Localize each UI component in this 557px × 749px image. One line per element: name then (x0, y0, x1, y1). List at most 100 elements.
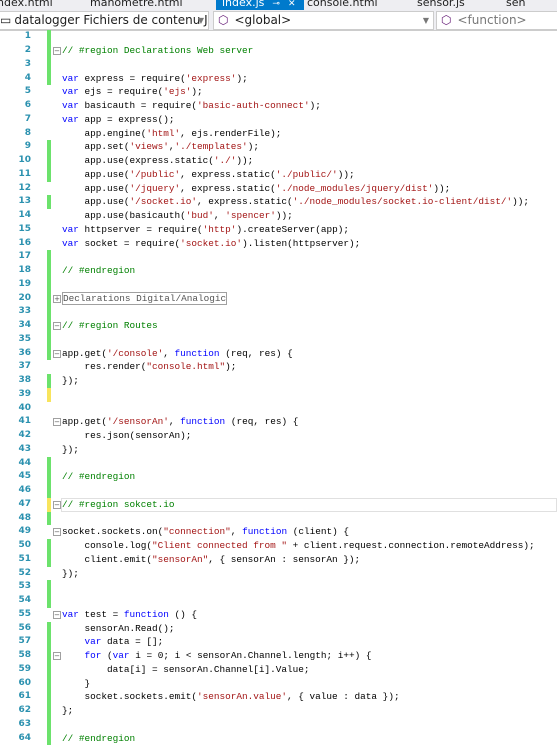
code-line[interactable]: 15 var httpserver = require('http').creat… (0, 223, 557, 237)
code-line[interactable]: 63 (0, 717, 557, 732)
code-line[interactable]: 45 // #endregion (0, 470, 557, 485)
code-line[interactable]: 58 − for (var i = 0; i < sensorAn.Channel… (0, 649, 557, 663)
collapse-icon[interactable]: − (53, 500, 61, 509)
code-text: var socket = require('socket.io').listen… (62, 237, 360, 251)
line-number: 45 (18, 471, 31, 482)
code-line[interactable]: 49 − socket.sockets.on("connection", funct… (0, 525, 557, 539)
code-line[interactable]: 60 } (0, 676, 557, 691)
code-token: // #region Routes (62, 320, 158, 332)
code-line[interactable]: 36 − app.get('/console', function (req, re… (0, 346, 557, 361)
code-line[interactable]: 44 (0, 456, 557, 471)
code-line[interactable]: 42 res.json(sensorAn); (0, 429, 557, 443)
collapse-icon[interactable]: − (53, 418, 61, 427)
code-token: (client) { (287, 526, 349, 538)
code-line[interactable]: 40 (0, 402, 557, 416)
code-editor[interactable]: 1 2−// #region Declarations Web server 3 4 v… (0, 30, 557, 749)
tab-sensor-js[interactable]: sensor.js (417, 0, 465, 10)
code-line[interactable]: 1 (0, 30, 557, 45)
code-line[interactable]: 20 + Declarations Digital/Analogic (0, 291, 557, 306)
change-marker (47, 717, 51, 732)
code-line[interactable]: 19 (0, 277, 557, 292)
code-line[interactable]: 57 var data = []; (0, 635, 557, 650)
scope-dropdown[interactable]: ⬡ <global> ▼ (213, 11, 434, 30)
code-line[interactable]: 50 console.log("Client connected from " … (0, 539, 557, 553)
code-line[interactable]: 14 app.use(basicauth('bud', 'spencer')); (0, 209, 557, 223)
collapse-icon[interactable]: − (53, 528, 61, 537)
code-line[interactable]: 12 app.use('/jquery', express.static('./… (0, 182, 557, 196)
code-text: var data = []; (62, 635, 164, 649)
code-line[interactable]: 55 − var test = function () { (0, 608, 557, 622)
code-line[interactable]: 43}); (0, 443, 557, 457)
code-token: socket = require( (78, 237, 181, 249)
code-token: )); (337, 168, 355, 180)
code-line[interactable]: 16 var socket = require('socket.io').list… (0, 237, 557, 251)
code-token: "connection" (163, 526, 231, 538)
pin-icon[interactable]: ⊸ (272, 0, 280, 9)
code-line[interactable]: 13 app.use('/socket.io', express.static(… (0, 195, 557, 210)
code-line[interactable]: 51 client.emit("sensorAn", { sensorAn : … (0, 552, 557, 567)
code-token: app.get( (62, 416, 108, 428)
collapse-icon[interactable]: − (53, 610, 61, 619)
code-line[interactable]: 2 −// #region Declarations Web server (0, 44, 557, 58)
tab-index-html[interactable]: index.html (0, 0, 53, 10)
change-marker (47, 57, 51, 72)
code-line[interactable]: 47 −// #region sokcet.io (0, 497, 557, 512)
tab-sen[interactable]: sen (506, 0, 525, 10)
code-token: './templates' (174, 141, 248, 153)
code-line[interactable]: 11 app.use('/public', express.static('./… (0, 167, 557, 182)
code-line[interactable]: 33 (0, 305, 557, 320)
close-icon[interactable]: ✕ (288, 0, 296, 9)
member-dropdown[interactable]: ⬡ <function> (436, 11, 557, 30)
code-line[interactable]: 54 (0, 594, 557, 608)
change-marker (47, 594, 51, 608)
tab-index-js[interactable]: index.js ⊸ ✕ (216, 0, 304, 10)
code-line[interactable]: 5 var ejs = require('ejs'); (0, 85, 557, 99)
collapse-icon[interactable]: − (53, 652, 61, 661)
code-line[interactable]: 48 (0, 511, 557, 526)
code-token: 'html' (146, 127, 181, 139)
project-dropdown[interactable]: ▭datalogger Fichiers de contenu JavaSc▼ (0, 11, 209, 30)
code-token: function (123, 608, 169, 620)
code-line[interactable]: 34 −// #region Routes (0, 319, 557, 333)
expand-icon[interactable]: + (53, 294, 61, 303)
code-line[interactable]: 61 socket.sockets.emit('sensorAn.value',… (0, 690, 557, 705)
code-token: var (62, 608, 79, 620)
code-line[interactable]: 46 (0, 484, 557, 498)
code-line[interactable]: 9 app.set('views','./templates'); (0, 140, 557, 155)
code-line[interactable]: 4 var express = require('express'); (0, 71, 557, 86)
line-number: 50 (18, 540, 31, 551)
code-line[interactable]: 18 // #endregion (0, 264, 557, 278)
code-line[interactable]: 39 (0, 387, 557, 402)
tab-console-html[interactable]: console.html (307, 0, 378, 10)
tab-manometre-html[interactable]: manometre.html (90, 0, 183, 10)
code-line[interactable]: 38}); (0, 374, 557, 388)
code-line[interactable]: 53 (0, 580, 557, 595)
code-text: }); (62, 374, 79, 388)
code-token: // #region sokcet.io (62, 498, 175, 510)
code-line[interactable]: 7 var app = express(); (0, 113, 557, 127)
code-line[interactable]: 56 sensorAn.Read(); (0, 621, 557, 636)
code-token: 'http' (202, 223, 237, 235)
code-line[interactable]: 41 − app.get('/sensorAn', function (req, r… (0, 415, 557, 429)
code-line[interactable]: 35 (0, 332, 557, 347)
code-line[interactable]: 64 // #endregion (0, 731, 557, 746)
line-number: 14 (18, 210, 31, 221)
code-line[interactable]: 3 (0, 57, 557, 72)
code-token: , (163, 347, 175, 359)
collapse-icon[interactable]: − (53, 349, 61, 358)
code-token: './public/' (275, 168, 338, 180)
code-line[interactable]: 62}; (0, 704, 557, 718)
code-line[interactable]: 6 var basicauth = require('basic-auth-con… (0, 99, 557, 113)
collapse-icon[interactable]: − (53, 47, 61, 56)
line-number: 33 (18, 306, 31, 317)
collapse-icon[interactable]: − (53, 322, 61, 331)
code-line[interactable]: 52}); (0, 567, 557, 581)
code-line[interactable]: 8 app.engine('html', ejs.renderFile); (0, 127, 557, 141)
code-line[interactable]: 37 res.render("console.html"); (0, 360, 557, 374)
code-line[interactable]: 10 app.use(express.static('./')); (0, 154, 557, 168)
code-line[interactable]: 17 (0, 250, 557, 265)
collapsed-region[interactable]: Declarations Digital/Analogic (62, 291, 228, 305)
code-line[interactable]: 59 data[i] = sensorAn.Channel[i].Value; (0, 662, 557, 677)
change-marker (47, 511, 51, 526)
change-marker (47, 676, 51, 691)
